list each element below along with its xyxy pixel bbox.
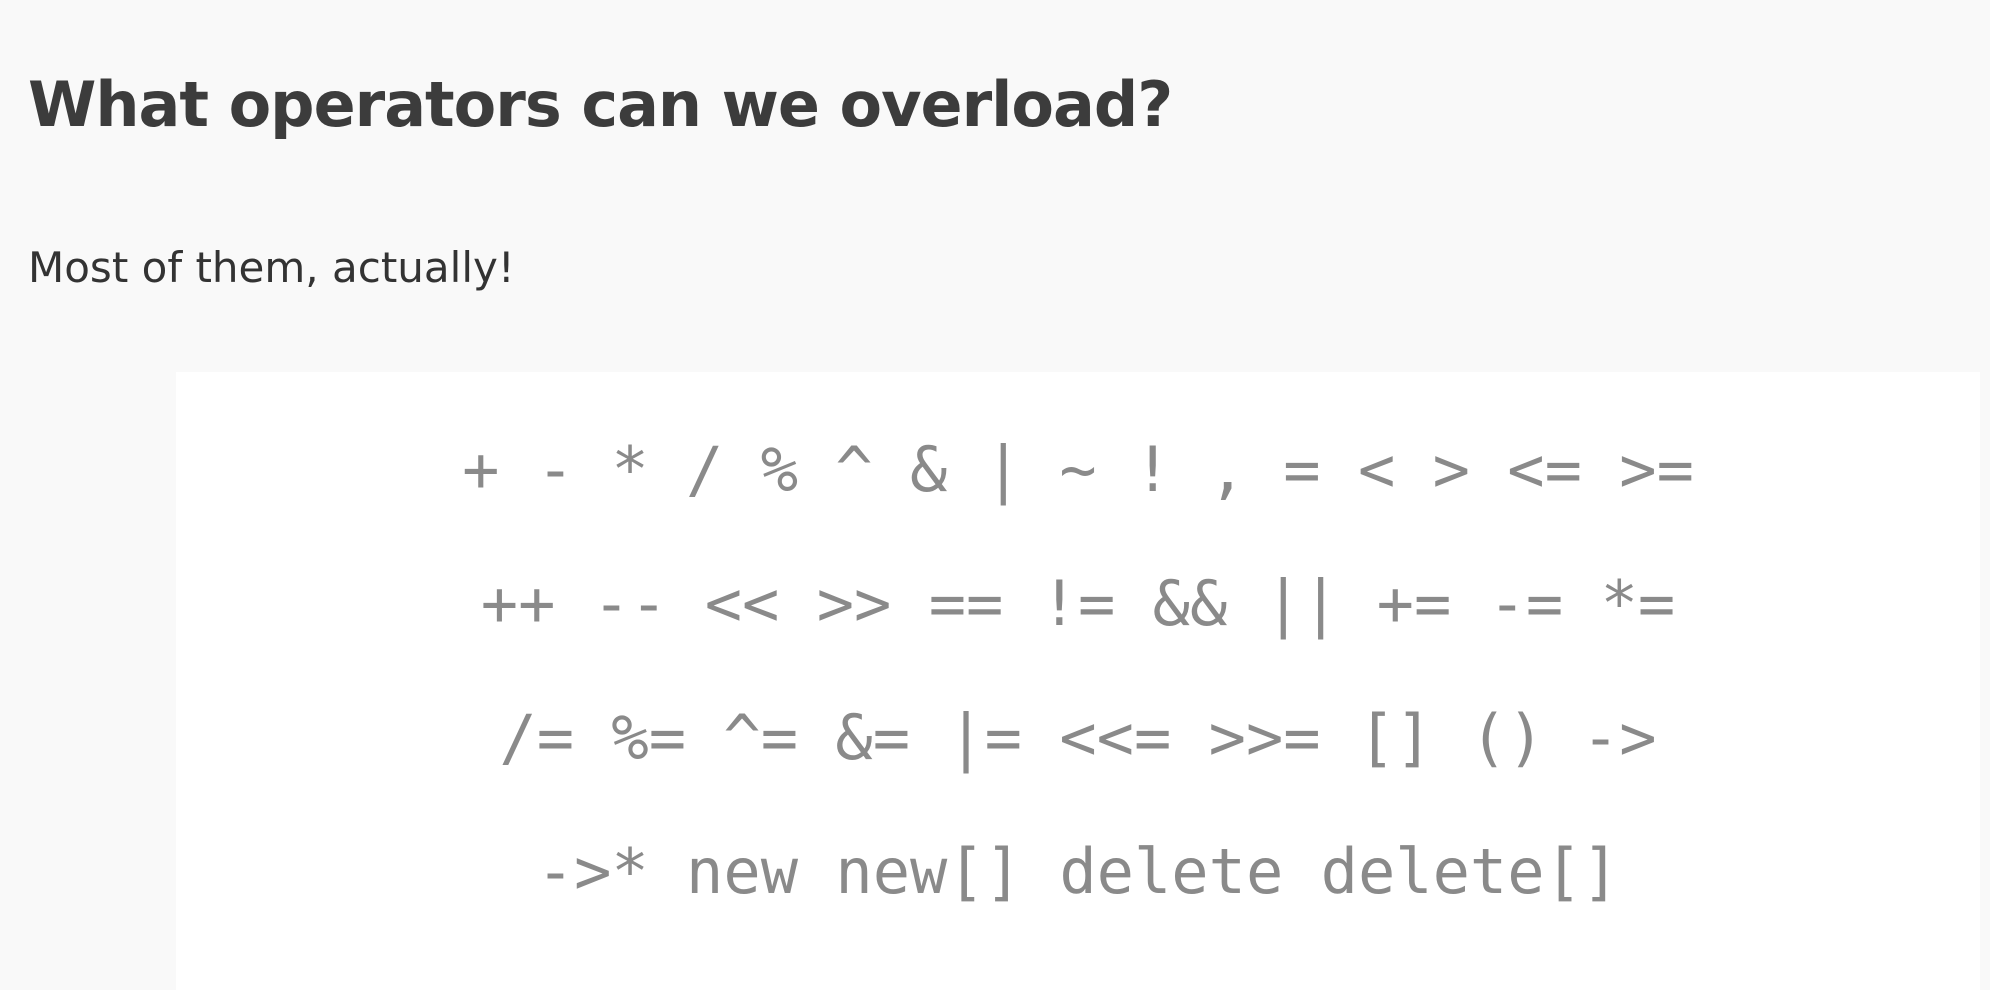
operator-line-1: + - * / % ^ & | ~ ! , = < > <= >= (462, 433, 1694, 506)
operator-line-2: ++ -- << >> == != && || += -= *= (480, 567, 1676, 640)
operator-code-block: + - * / % ^ & | ~ ! , = < > <= >= ++ -- … (176, 372, 1980, 990)
slide: What operators can we overload? Most of … (0, 0, 1990, 990)
operator-line-3: /= %= ^= &= |= <<= >>= [] () -> (499, 701, 1657, 774)
slide-subtitle: Most of them, actually! (28, 243, 515, 292)
slide-title: What operators can we overload? (28, 68, 1173, 141)
operator-line-4: ->* new new[] delete delete[] (536, 835, 1620, 908)
